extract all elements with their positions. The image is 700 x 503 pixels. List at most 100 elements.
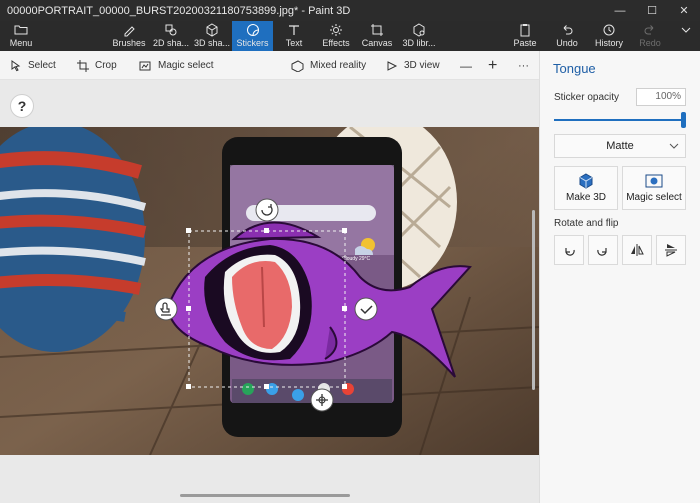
menu-button[interactable]: Menu (4, 21, 38, 51)
opacity-slider-thumb[interactable] (681, 112, 686, 128)
striped-vase (0, 127, 147, 352)
rotate-right-button[interactable] (588, 235, 618, 265)
history-label: History (594, 38, 623, 48)
vertical-scrollbar[interactable] (532, 210, 535, 390)
effects-label: Effects (322, 38, 350, 48)
history-icon (602, 21, 616, 38)
more-options-button[interactable]: ··· (518, 51, 529, 80)
rotate-left-button[interactable] (554, 235, 584, 265)
library-3d-tab[interactable]: 3D libr... (400, 21, 438, 51)
crop-label: Crop (95, 60, 117, 71)
properties-panel: Tongue Sticker opacity 100% Matte Make 3… (539, 51, 700, 503)
move-icon[interactable] (310, 388, 334, 412)
shapes-2d-label: 2D sha... (152, 38, 190, 48)
mixed-reality-icon (291, 59, 304, 72)
view-3d-icon (387, 60, 398, 71)
magic-select-button[interactable]: Magic select (622, 166, 686, 210)
canvas-label: Canvas (361, 38, 393, 48)
canvas-icon (370, 21, 384, 38)
cube-icon (579, 173, 593, 189)
sticker-icon (246, 21, 260, 38)
flip-horizontal-icon (631, 244, 644, 256)
undo-icon (560, 21, 574, 38)
text-icon (287, 21, 301, 38)
effects-tab[interactable]: Effects (320, 21, 352, 51)
finish-value: Matte (606, 140, 634, 152)
chevron-down-icon (681, 21, 691, 38)
cursor-icon (11, 59, 21, 71)
library-icon (412, 21, 426, 38)
menu-label: Menu (9, 38, 33, 48)
help-button[interactable]: ? (10, 94, 34, 118)
brushes-label: Brushes (112, 38, 146, 48)
shapes-2d-tab[interactable]: 2D sha... (151, 21, 191, 51)
maximize-button[interactable]: ☐ (636, 0, 668, 21)
opacity-input[interactable]: 100% (636, 88, 686, 106)
make-3d-label: Make 3D (565, 192, 606, 203)
clipboard-icon (518, 21, 532, 38)
rotate-flip-label: Rotate and flip (554, 218, 619, 229)
flip-vertical-icon (665, 244, 677, 257)
undo-label: Undo (556, 38, 578, 48)
redo-label: Redo (639, 38, 661, 48)
canvas-tab[interactable]: Canvas (362, 21, 392, 51)
text-tab[interactable]: Text (280, 21, 308, 51)
close-button[interactable]: ✕ (668, 0, 700, 21)
undo-button[interactable]: Undo (554, 21, 580, 51)
mixed-reality-button[interactable]: Mixed reality (291, 51, 366, 80)
stickers-label: Stickers (236, 38, 269, 48)
minimize-button[interactable]: — (604, 0, 636, 21)
sun-icon (329, 21, 343, 38)
shapes-2d-icon (164, 21, 178, 38)
shapes-3d-label: 3D sha... (193, 38, 231, 48)
checkmark-icon[interactable] (354, 297, 378, 321)
brush-icon (122, 21, 136, 38)
zoom-out-button[interactable]: — (460, 51, 472, 80)
magic-select-label: Magic select (158, 60, 214, 71)
magic-select-icon (139, 61, 151, 70)
flip-vertical-button[interactable] (656, 235, 686, 265)
opacity-slider-track[interactable] (554, 119, 682, 121)
select-tool[interactable]: Select (10, 51, 56, 80)
canvas-toolbar: Select Crop Magic select Mixed reality 3… (0, 51, 539, 80)
make-3d-button[interactable]: Make 3D (554, 166, 618, 210)
mixed-reality-label: Mixed reality (310, 60, 367, 71)
photo-scene: Cloudy 29°C (0, 127, 539, 455)
redo-button[interactable]: Redo (637, 21, 663, 51)
stickers-tab[interactable]: Stickers (232, 21, 273, 51)
expand-ribbon-button[interactable] (676, 21, 696, 51)
library-3d-label: 3D libr... (402, 38, 436, 48)
opacity-label: Sticker opacity (554, 92, 620, 103)
canvas-photo[interactable]: Cloudy 29°C (0, 127, 539, 455)
crop-tool[interactable]: Crop (77, 51, 117, 80)
text-label: Text (285, 38, 303, 48)
rotate-left-icon (565, 248, 575, 256)
flip-horizontal-button[interactable] (622, 235, 652, 265)
history-button[interactable]: History (593, 21, 625, 51)
rotate-handle-icon[interactable] (255, 198, 279, 222)
paste-button[interactable]: Paste (512, 21, 538, 51)
finish-dropdown[interactable]: Matte (554, 134, 686, 158)
redo-icon (643, 21, 657, 38)
magic-select-label: Magic select (626, 192, 682, 203)
zoom-in-button[interactable]: + (488, 51, 497, 80)
title-bar: 00000PORTRAIT_00000_BURST202003211807538… (0, 0, 700, 21)
panel-title: Tongue (553, 61, 596, 76)
brushes-tab[interactable]: Brushes (110, 21, 148, 51)
ribbon: Menu Brushes 2D sha... 3D sha... Sticker… (0, 21, 700, 51)
chevron-down-icon (669, 143, 679, 149)
crop-icon (77, 59, 89, 72)
workspace: ? Cloudy 29°C (0, 80, 539, 503)
window-title: 00000PORTRAIT_00000_BURST202003211807538… (7, 4, 351, 17)
select-label: Select (28, 60, 56, 71)
view-3d-label: 3D view (404, 60, 440, 71)
view-3d-button[interactable]: 3D view (386, 51, 440, 80)
stamp-icon[interactable] (154, 297, 178, 321)
cube-icon (205, 21, 219, 38)
paste-label: Paste (513, 38, 537, 48)
folder-icon (14, 21, 28, 38)
magic-select-tool[interactable]: Magic select (139, 51, 214, 80)
horizontal-scrollbar[interactable] (180, 494, 350, 497)
shapes-3d-tab[interactable]: 3D sha... (192, 21, 232, 51)
magic-select-icon (645, 174, 663, 188)
